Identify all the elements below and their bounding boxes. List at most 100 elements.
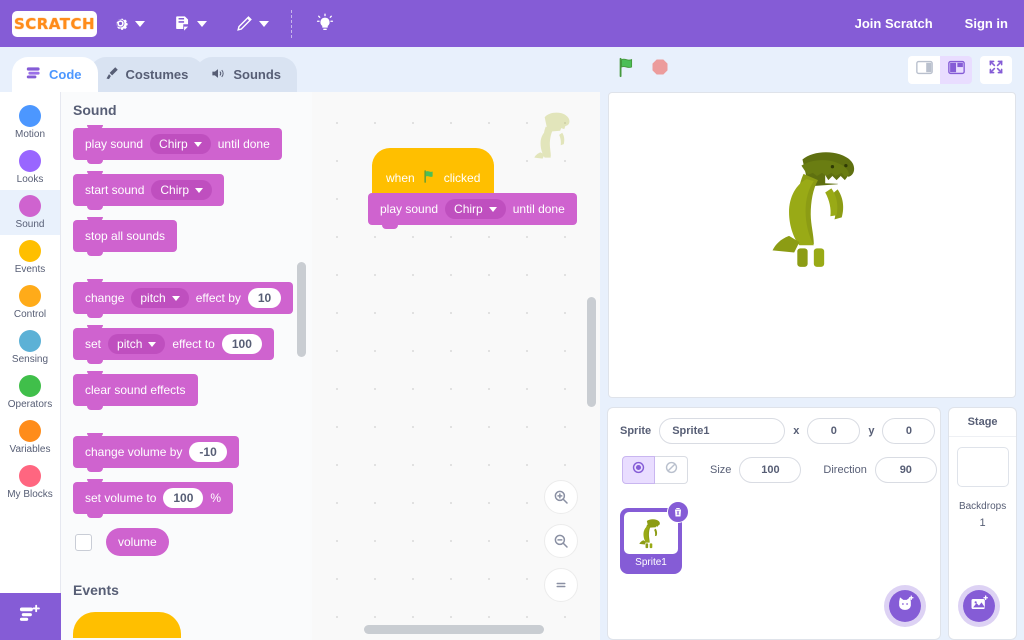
sprite-list: Sprite1 — [608, 500, 940, 639]
palette-block-clear-sound-effects[interactable]: clear sound effects — [61, 374, 312, 406]
tab-code[interactable]: Code — [12, 57, 98, 92]
zoom-reset-button[interactable] — [544, 568, 578, 602]
sound-dropdown[interactable]: Chirp — [445, 199, 506, 219]
palette-block-events-hat-partial[interactable] — [73, 612, 181, 638]
category-motion[interactable]: Motion — [0, 100, 60, 145]
zoom-in-button[interactable] — [544, 480, 578, 514]
sprite-direction-input[interactable]: 90 — [875, 457, 937, 483]
fullscreen-icon — [988, 59, 1004, 80]
volume-monitor-checkbox[interactable] — [75, 534, 92, 551]
sprite-y-label: y — [868, 425, 874, 437]
join-scratch-link[interactable]: Join Scratch — [839, 0, 949, 47]
palette-block-set-effect-to[interactable]: set pitch effect to 100 — [61, 328, 312, 360]
pencil-icon — [235, 14, 254, 33]
sprite-tile-sprite1[interactable]: Sprite1 — [620, 508, 682, 574]
small-stage-button[interactable] — [908, 56, 940, 84]
code-workspace[interactable]: when clicked play sound Chirp until done — [312, 92, 600, 640]
chevron-down-icon — [259, 21, 269, 27]
number-input[interactable]: -10 — [189, 442, 226, 462]
effect-dropdown[interactable]: pitch — [108, 334, 165, 354]
hide-sprite-button[interactable] — [655, 456, 688, 484]
palette-block-set-volume-to[interactable]: set volume to 100 % — [61, 482, 312, 514]
category-my-blocks[interactable]: My Blocks — [0, 460, 60, 505]
palette-block-change-volume-by[interactable]: change volume by -10 — [61, 436, 312, 468]
edit-menu[interactable] — [221, 0, 283, 47]
palette-block-stop-all-sounds[interactable]: stop all sounds — [61, 220, 312, 252]
block-palette[interactable]: Sound play sound Chirp until done start … — [61, 92, 312, 640]
category-looks[interactable]: Looks — [0, 145, 60, 190]
sprite-size-input[interactable]: 100 — [739, 457, 801, 483]
speaker-icon — [210, 66, 226, 84]
script-stack[interactable]: when clicked play sound Chirp until done — [372, 162, 577, 225]
palette-scrollbar[interactable] — [297, 262, 306, 357]
eye-hide-icon — [663, 459, 680, 481]
sprite-size-label: Size — [710, 464, 731, 476]
choose-a-backdrop-button[interactable] — [958, 585, 1000, 627]
sprite-x-label: x — [793, 425, 799, 437]
large-stage-icon — [948, 60, 965, 80]
show-sprite-button[interactable] — [622, 456, 655, 484]
effect-dropdown[interactable]: pitch — [131, 288, 188, 308]
palette-reporter-volume-row: volume — [75, 528, 312, 556]
large-stage-button[interactable] — [940, 56, 972, 84]
eye-show-icon — [630, 459, 647, 481]
category-events[interactable]: Events — [0, 235, 60, 280]
tab-sounds[interactable]: Sounds — [196, 57, 297, 92]
category-control[interactable]: Control — [0, 280, 60, 325]
green-flag-icon — [422, 169, 437, 187]
category-variables[interactable]: Variables — [0, 415, 60, 460]
add-extension-icon — [19, 603, 43, 630]
zoom-out-button[interactable] — [544, 524, 578, 558]
sprite-tile-label: Sprite1 — [635, 557, 667, 568]
number-input[interactable]: 10 — [248, 288, 281, 308]
file-menu[interactable] — [159, 0, 221, 47]
block-play-sound-until-done[interactable]: play sound Chirp until done — [368, 193, 577, 225]
globe-settings-icon — [111, 14, 130, 33]
palette-block-volume-reporter[interactable]: volume — [106, 528, 169, 556]
workspace-vertical-scrollbar[interactable] — [587, 297, 596, 407]
number-input[interactable]: 100 — [222, 334, 262, 354]
number-input[interactable]: 100 — [163, 488, 203, 508]
sprite-x-input[interactable]: 0 — [807, 418, 860, 444]
stop-button[interactable] — [650, 57, 670, 82]
stage-size-controls — [908, 56, 972, 84]
stage-selector[interactable]: Stage Backdrops 1 — [948, 407, 1017, 640]
palette-block-start-sound[interactable]: start sound Chirp — [61, 174, 312, 206]
choose-a-sprite-button[interactable] — [884, 585, 926, 627]
category-dot — [19, 195, 41, 217]
sprite-y-input[interactable]: 0 — [882, 418, 935, 444]
add-extension-button[interactable] — [0, 593, 61, 640]
delete-sprite-button[interactable] — [667, 501, 689, 523]
category-dot — [19, 105, 41, 127]
palette-block-play-sound-until-done[interactable]: play sound Chirp until done — [61, 128, 312, 160]
category-label: Motion — [15, 129, 45, 140]
tutorials-button[interactable] — [300, 0, 350, 47]
stage-header — [600, 47, 1024, 92]
green-flag-button[interactable] — [616, 56, 638, 83]
block-text: until done — [513, 202, 565, 216]
category-label: Sensing — [12, 354, 48, 365]
block-text: play sound — [85, 137, 143, 151]
tab-costumes[interactable]: Costumes — [90, 57, 205, 92]
language-menu[interactable] — [97, 0, 159, 47]
fullscreen-button[interactable] — [980, 56, 1012, 84]
category-operators[interactable]: Operators — [0, 370, 60, 415]
sign-in-link[interactable]: Sign in — [949, 0, 1024, 47]
category-sensing[interactable]: Sensing — [0, 325, 60, 370]
sprite-name-input[interactable]: Sprite1 — [659, 418, 785, 444]
dropdown-value: Chirp — [159, 137, 188, 151]
stage-canvas[interactable] — [608, 92, 1016, 398]
sprite-info-row-2: Size 100 Direction 90 — [608, 444, 940, 484]
block-when-green-flag-clicked[interactable]: when clicked — [372, 162, 494, 194]
sound-dropdown[interactable]: Chirp — [151, 180, 212, 200]
category-sound[interactable]: Sound — [0, 190, 60, 235]
dropdown-value: pitch — [117, 337, 142, 351]
palette-heading-events: Events — [61, 572, 312, 604]
workspace-zoom-controls — [544, 480, 578, 612]
scratch-logo[interactable]: SCRATCH — [12, 11, 97, 37]
stage-sprite-dinosaur[interactable] — [767, 145, 871, 269]
sound-dropdown[interactable]: Chirp — [150, 134, 211, 154]
workspace-horizontal-scrollbar[interactable] — [364, 625, 544, 634]
block-text: effect to — [172, 337, 214, 351]
palette-block-change-effect-by[interactable]: change pitch effect by 10 — [61, 282, 312, 314]
